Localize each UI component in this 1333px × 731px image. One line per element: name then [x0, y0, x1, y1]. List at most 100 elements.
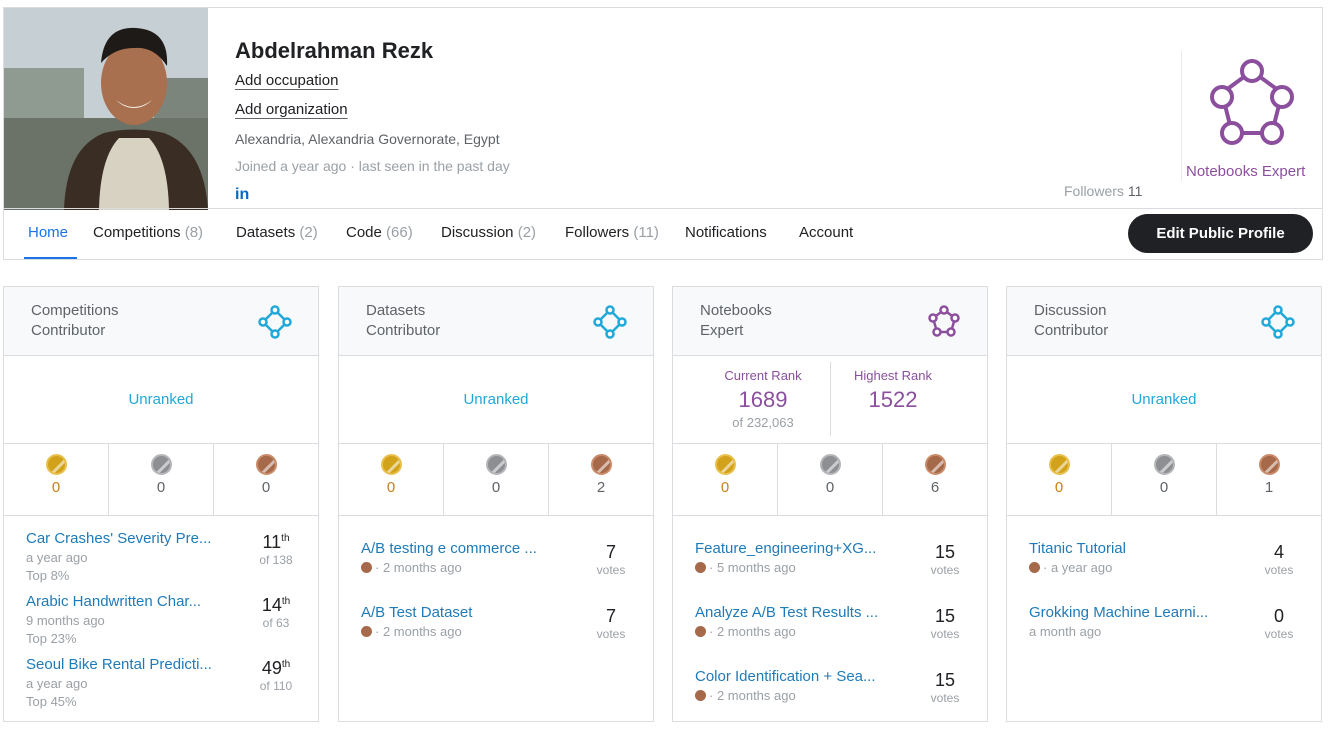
rank-section: Current Rank 1689 of 232,063 Highest Rank 1… [673, 356, 987, 444]
bronze-medal-icon [924, 454, 946, 475]
bronze-medal-icon [1258, 454, 1280, 475]
item-title[interactable]: Titanic Tutorial [1029, 540, 1229, 557]
silver-medal-icon [819, 454, 841, 475]
list-item[interactable]: Car Crashes' Severity Pre... a year ago … [26, 530, 301, 583]
list-item[interactable]: Titanic Tutorial · a year ago 4 votes [1029, 540, 1304, 577]
list-item[interactable]: Arabic Handwritten Char... 9 months ago … [26, 593, 301, 646]
silver-medal[interactable]: 0 [777, 444, 882, 515]
list-item[interactable]: Analyze A/B Test Results ... · 2 months … [695, 604, 970, 641]
item-score: 15 votes [930, 542, 960, 577]
list-item[interactable]: A/B testing e commerce ... · 2 months ag… [361, 540, 636, 577]
item-title[interactable]: Car Crashes' Severity Pre... [26, 530, 226, 547]
tier-card: Notebooks Expert Current Rank 1689 of 232,0… [672, 286, 988, 722]
tab-datasets[interactable]: Datasets (2) [236, 224, 318, 241]
tier-label: Notebooks Expert [1186, 163, 1306, 180]
tab-home[interactable]: Home [28, 224, 68, 241]
item-title[interactable]: Grokking Machine Learni... [1029, 604, 1229, 621]
tier-icon [927, 305, 961, 344]
tier-card: Discussion Contributor Unranked 0 0 1 Tit… [1006, 286, 1322, 722]
tab-notifications[interactable]: Notifications [685, 224, 767, 241]
item-meta2: Top 8% [26, 568, 70, 583]
bronze-medal-icon [255, 454, 277, 475]
item-score: 0 votes [1264, 606, 1294, 641]
silver-medal-icon [1153, 454, 1175, 475]
tab-competitions[interactable]: Competitions (8) [93, 224, 203, 241]
silver-medal[interactable]: 0 [108, 444, 213, 515]
notebooks-expert-icon [1210, 59, 1294, 145]
tier-card: Competitions Contributor Unranked 0 0 0 C… [3, 286, 319, 722]
list-item[interactable]: A/B Test Dataset · 2 months ago 7 votes [361, 604, 636, 641]
profile-header: Abdelrahman Rezk Add occupation Add orga… [3, 7, 1323, 260]
silver-medal-icon [485, 454, 507, 475]
rank-status[interactable]: Unranked [1007, 356, 1321, 408]
card-header: Competitions Contributor [4, 287, 318, 356]
linkedin-icon[interactable]: in [235, 186, 510, 204]
rank-section: Unranked [339, 356, 653, 444]
card-header: Discussion Contributor [1007, 287, 1321, 356]
profile-tabs: Home Competitions (8) Datasets (2) Code … [4, 208, 1322, 259]
tier-card: Datasets Contributor Unranked 0 0 2 A/B t… [338, 286, 654, 722]
item-meta2: Top 23% [26, 631, 77, 646]
item-score: 4 votes [1264, 542, 1294, 577]
medals-row: 0 0 2 [339, 444, 653, 516]
rank-divider [830, 362, 831, 436]
item-score: 49th of 110 [259, 658, 293, 693]
rank-section: Unranked [1007, 356, 1321, 444]
gold-medal-icon [714, 454, 736, 475]
tab-code[interactable]: Code (66) [346, 224, 413, 241]
bronze-medal[interactable]: 2 [548, 444, 653, 515]
bronze-medal-icon [1029, 562, 1040, 573]
rank-status[interactable]: Unranked [339, 356, 653, 408]
card-title[interactable]: Datasets Contributor [366, 301, 440, 341]
item-title[interactable]: A/B testing e commerce ... [361, 540, 561, 557]
add-occupation-link[interactable]: Add occupation [235, 70, 510, 97]
add-organization-link[interactable]: Add organization [235, 99, 510, 126]
card-title[interactable]: Discussion Contributor [1034, 301, 1108, 341]
medals-row: 0 0 0 [4, 444, 318, 516]
rank-status[interactable]: Unranked [4, 356, 318, 408]
item-title[interactable]: Analyze A/B Test Results ... [695, 604, 895, 621]
bronze-medal[interactable]: 6 [882, 444, 987, 515]
list-item[interactable]: Feature_engineering+XG... · 5 months ago… [695, 540, 970, 577]
profile-location: Alexandria, Alexandria Governorate, Egyp… [235, 131, 500, 147]
silver-medal-icon [150, 454, 172, 475]
list-item[interactable]: Grokking Machine Learni... a month ago 0… [1029, 604, 1304, 641]
gold-medal[interactable]: 0 [4, 444, 108, 515]
tab-discussion[interactable]: Discussion (2) [441, 224, 536, 241]
item-title[interactable]: Feature_engineering+XG... [695, 540, 895, 557]
profile-joined: Joined a year ago · last seen in the pas… [235, 158, 510, 174]
profile-info: Abdelrahman Rezk Add occupation Add orga… [235, 38, 510, 204]
followers-summary[interactable]: Followers 11 [1064, 183, 1142, 199]
current-rank: Current Rank 1689 of 232,063 [724, 368, 802, 430]
bronze-medal-icon [590, 454, 612, 475]
rank-section: Unranked [4, 356, 318, 444]
bronze-medal-icon [695, 626, 706, 637]
list-item[interactable]: Seoul Bike Rental Predicti... a year ago… [26, 656, 301, 709]
item-title[interactable]: Color Identification + Sea... [695, 668, 895, 685]
bronze-medal[interactable]: 0 [213, 444, 318, 515]
list-item[interactable]: Color Identification + Sea... · 2 months… [695, 668, 970, 705]
gold-medal[interactable]: 0 [1007, 444, 1111, 515]
followers-count: 11 [1127, 183, 1143, 199]
profile-avatar[interactable] [4, 8, 208, 210]
item-meta2: Top 45% [26, 694, 77, 709]
gold-medal-icon [380, 454, 402, 475]
medals-row: 0 0 1 [1007, 444, 1321, 516]
item-title[interactable]: Arabic Handwritten Char... [26, 593, 226, 610]
followers-label: Followers [1064, 183, 1124, 199]
gold-medal[interactable]: 0 [339, 444, 443, 515]
highest-rank: Highest Rank 1522 [853, 368, 933, 412]
edit-public-profile-button[interactable]: Edit Public Profile [1128, 214, 1313, 253]
item-title[interactable]: A/B Test Dataset [361, 604, 561, 621]
item-title[interactable]: Seoul Bike Rental Predicti... [26, 656, 226, 673]
bronze-medal[interactable]: 1 [1216, 444, 1321, 515]
card-title[interactable]: Competitions Contributor [31, 301, 119, 341]
tab-account[interactable]: Account [799, 224, 853, 241]
medals-row: 0 0 6 [673, 444, 987, 516]
item-score: 15 votes [930, 670, 960, 705]
card-title[interactable]: Notebooks Expert [700, 301, 772, 341]
tab-followers[interactable]: Followers (11) [565, 224, 659, 241]
silver-medal[interactable]: 0 [443, 444, 548, 515]
silver-medal[interactable]: 0 [1111, 444, 1216, 515]
gold-medal[interactable]: 0 [673, 444, 777, 515]
